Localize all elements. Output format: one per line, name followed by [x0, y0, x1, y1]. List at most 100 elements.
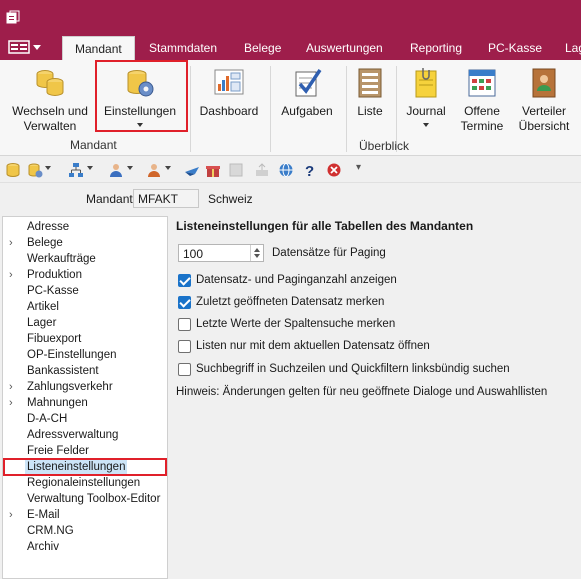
highlight-listeneinstellungen [3, 458, 167, 476]
verteiler-uebersicht-button[interactable]: Verteiler Übersicht [512, 66, 576, 134]
chevron-down-icon [33, 44, 41, 50]
spinner-up-icon[interactable] [254, 248, 260, 252]
tree-item[interactable]: Freie Felder [3, 443, 167, 459]
plane-icon[interactable] [184, 162, 200, 178]
app-menu-button[interactable] [8, 39, 48, 55]
tree-item[interactable]: Bankassistent [3, 363, 167, 379]
database-icon[interactable] [5, 162, 21, 178]
svg-text:?: ? [305, 163, 314, 178]
chevron-right-icon[interactable]: › [9, 395, 13, 411]
hierarchy-icon[interactable] [68, 162, 84, 178]
paging-spinner[interactable]: 100 [178, 244, 264, 262]
tab-auswertungen[interactable]: Auswertungen [294, 36, 395, 60]
tree-item-label: D-A-CH [27, 413, 68, 425]
tree-item[interactable]: › Mahnungen [3, 395, 167, 411]
tree-item-label: Werkaufträge [27, 253, 96, 265]
highlight-einstellungen [95, 60, 188, 132]
mandant-field: MFAKT [133, 189, 199, 208]
tree-item[interactable]: Artikel [3, 299, 167, 315]
group-label-mandant: Mandant [70, 138, 117, 152]
tree-item[interactable]: PC-Kasse [3, 283, 167, 299]
tree-item[interactable]: OP-Einstellungen [3, 347, 167, 363]
tree-item[interactable]: Lager [3, 315, 167, 331]
settings-tree: Adresse › Belege Werkaufträge › Produktion PC-… [2, 216, 168, 579]
tab-belege[interactable]: Belege [232, 36, 293, 60]
chevron-right-icon[interactable]: › [9, 507, 13, 523]
tree-item-label: Produktion [27, 269, 82, 281]
tree-item[interactable]: Adressverwaltung [3, 427, 167, 443]
tree-item[interactable]: Verwaltung Toolbox-Editor [3, 491, 167, 507]
option-checkbox[interactable] [178, 340, 191, 353]
app-icon [6, 10, 20, 24]
tree-item-label: Freie Felder [27, 445, 89, 457]
tree-item[interactable]: › Zahlungsverkehr [3, 379, 167, 395]
wechseln-und-verwalten-button[interactable]: Wechseln und Verwalten [8, 66, 92, 134]
close-icon[interactable] [326, 162, 342, 178]
option-checkbox[interactable] [178, 274, 191, 287]
chevron-right-icon[interactable]: › [9, 235, 13, 251]
tab-pc-kasse[interactable]: PC-Kasse [476, 36, 554, 60]
ribbon: Wechseln und Verwalten Einstellungen Man… [0, 60, 581, 156]
option-label[interactable]: Listen nur mit dem aktuellen Datensatz ö… [196, 340, 430, 352]
ribbon-tab-bar: Mandant Stammdaten Belege Auswertungen R… [0, 34, 581, 60]
chevron-down-icon[interactable] [87, 166, 93, 170]
tree-item[interactable]: Fibuexport [3, 331, 167, 347]
tree-item[interactable]: › Produktion [3, 267, 167, 283]
user-orange-icon[interactable] [146, 162, 162, 178]
help-icon[interactable]: ? [302, 162, 318, 178]
tree-item[interactable]: Regionaleinstellungen [3, 475, 167, 491]
user-blue-icon[interactable] [108, 162, 124, 178]
tree-item[interactable]: D-A-CH [3, 411, 167, 427]
wechseln-label-line2: Verwalten [23, 119, 77, 133]
tab-lager[interactable]: Lag [553, 36, 581, 60]
dashboard-button[interactable]: Dashboard [196, 66, 262, 119]
tree-item-label: CRM.NG [27, 525, 74, 537]
option-label[interactable]: Letzte Werte der Spaltensuche merken [196, 318, 395, 330]
spinner-down-icon[interactable] [254, 254, 260, 258]
tree-item[interactable]: Werkaufträge [3, 251, 167, 267]
chevron-down-icon[interactable] [127, 166, 133, 170]
option-checkbox[interactable] [178, 363, 191, 376]
option-checkbox[interactable] [178, 296, 191, 309]
journal-notepad-icon [415, 68, 437, 98]
database-stack-icon [36, 70, 64, 96]
option-label[interactable]: Zuletzt geöffneten Datensatz merken [196, 296, 384, 308]
chevron-right-icon[interactable]: › [9, 379, 13, 395]
mandant-label: Mandant [86, 192, 133, 206]
tasks-checkmark-icon [295, 69, 322, 97]
dashboard-label: Dashboard [199, 104, 259, 118]
tree-item[interactable]: CRM.NG [3, 523, 167, 539]
aufgaben-button[interactable]: Aufgaben [276, 66, 338, 119]
option-label[interactable]: Suchbegriff in Suchzeilen und Quickfilte… [196, 363, 510, 375]
database-settings-icon[interactable] [27, 162, 43, 178]
liste-button[interactable]: Liste [350, 66, 390, 119]
chevron-right-icon[interactable]: › [9, 267, 13, 283]
paging-value[interactable]: 100 [183, 247, 203, 261]
journal-button[interactable]: Journal [400, 66, 452, 127]
contacts-book-icon [532, 68, 556, 98]
app-menu-icon [8, 40, 30, 54]
tree-item[interactable]: Archiv [3, 539, 167, 555]
tree-item-label: Archiv [27, 541, 59, 553]
tab-stammdaten[interactable]: Stammdaten [137, 36, 229, 60]
tree-item[interactable]: Adresse [3, 219, 167, 235]
group-label-ueberblick: Überblick [359, 139, 410, 153]
option-label[interactable]: Datensatz- und Paginganzahl anzeigen [196, 274, 397, 286]
tree-item[interactable]: › E-Mail [3, 507, 167, 523]
offene-termine-button[interactable]: Offene Termine [456, 66, 508, 134]
tree-item-label: PC-Kasse [27, 285, 79, 297]
gift-icon[interactable] [205, 162, 221, 178]
tree-item-label: OP-Einstellungen [27, 349, 117, 361]
chevron-down-icon [423, 123, 429, 127]
overflow-chevron-icon[interactable]: ▾ [356, 162, 361, 173]
spinner-buttons[interactable] [250, 245, 263, 261]
globe-icon[interactable] [278, 162, 294, 178]
wechseln-label-line1: Wechseln und [12, 104, 88, 118]
chevron-down-icon[interactable] [165, 166, 171, 170]
offene-label-line2: Termine [460, 119, 504, 133]
chevron-down-icon[interactable] [45, 166, 51, 170]
tree-item[interactable]: › Belege [3, 235, 167, 251]
option-checkbox[interactable] [178, 318, 191, 331]
tab-reporting[interactable]: Reporting [398, 36, 474, 60]
tab-mandant[interactable]: Mandant [62, 36, 135, 60]
